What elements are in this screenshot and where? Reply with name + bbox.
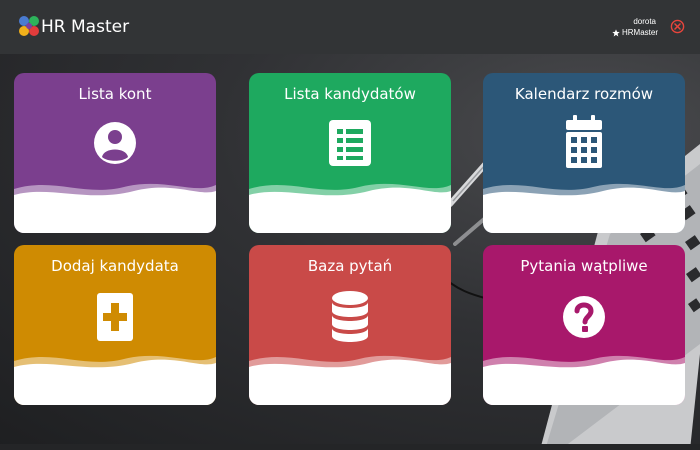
app-title[interactable]: HR Master bbox=[41, 17, 129, 37]
database-icon bbox=[332, 291, 368, 342]
wave-decoration bbox=[483, 183, 685, 233]
top-bar: HR Master dorota HRMaster bbox=[0, 0, 700, 54]
user-avatar-icon bbox=[94, 122, 136, 164]
wave-decoration bbox=[483, 355, 685, 405]
tile-title: Lista kandydatów bbox=[284, 85, 416, 103]
wave-decoration bbox=[14, 355, 216, 405]
tile-title: Kalendarz rozmów bbox=[514, 85, 654, 103]
calendar-icon bbox=[566, 115, 602, 168]
tile-baza-pytan[interactable]: Baza pytań bbox=[249, 245, 451, 405]
tile-title: Dodaj kandydata bbox=[51, 257, 179, 275]
wave-decoration bbox=[249, 355, 451, 405]
tile-dodaj-kandydata[interactable]: Dodaj kandydata bbox=[14, 245, 216, 405]
tile-title: Baza pytań bbox=[307, 257, 393, 275]
wave-decoration bbox=[249, 183, 451, 233]
tile-kalendarz-rozmow[interactable]: Kalendarz rozmów bbox=[483, 73, 685, 233]
tile-title: Pytania wątpliwe bbox=[520, 257, 648, 275]
user-role-label: HRMaster bbox=[621, 28, 658, 37]
list-icon bbox=[329, 120, 371, 166]
user-name: dorota bbox=[633, 17, 656, 26]
tile-lista-kont[interactable]: Lista kont bbox=[14, 73, 216, 233]
tile-lista-kandydatow[interactable]: Lista kandydatów bbox=[249, 73, 451, 233]
close-circle-icon[interactable] bbox=[670, 19, 685, 34]
hr-master-logo-icon[interactable] bbox=[17, 14, 41, 38]
tile-pytania-watpliwe[interactable]: Pytania wątpliwe bbox=[483, 245, 685, 405]
wave-decoration bbox=[14, 183, 216, 233]
question-circle-icon bbox=[563, 296, 605, 338]
tile-title: Lista kont bbox=[78, 85, 152, 103]
star-icon bbox=[612, 28, 620, 36]
plus-box-icon bbox=[97, 293, 133, 341]
user-role: HRMaster bbox=[612, 28, 658, 37]
